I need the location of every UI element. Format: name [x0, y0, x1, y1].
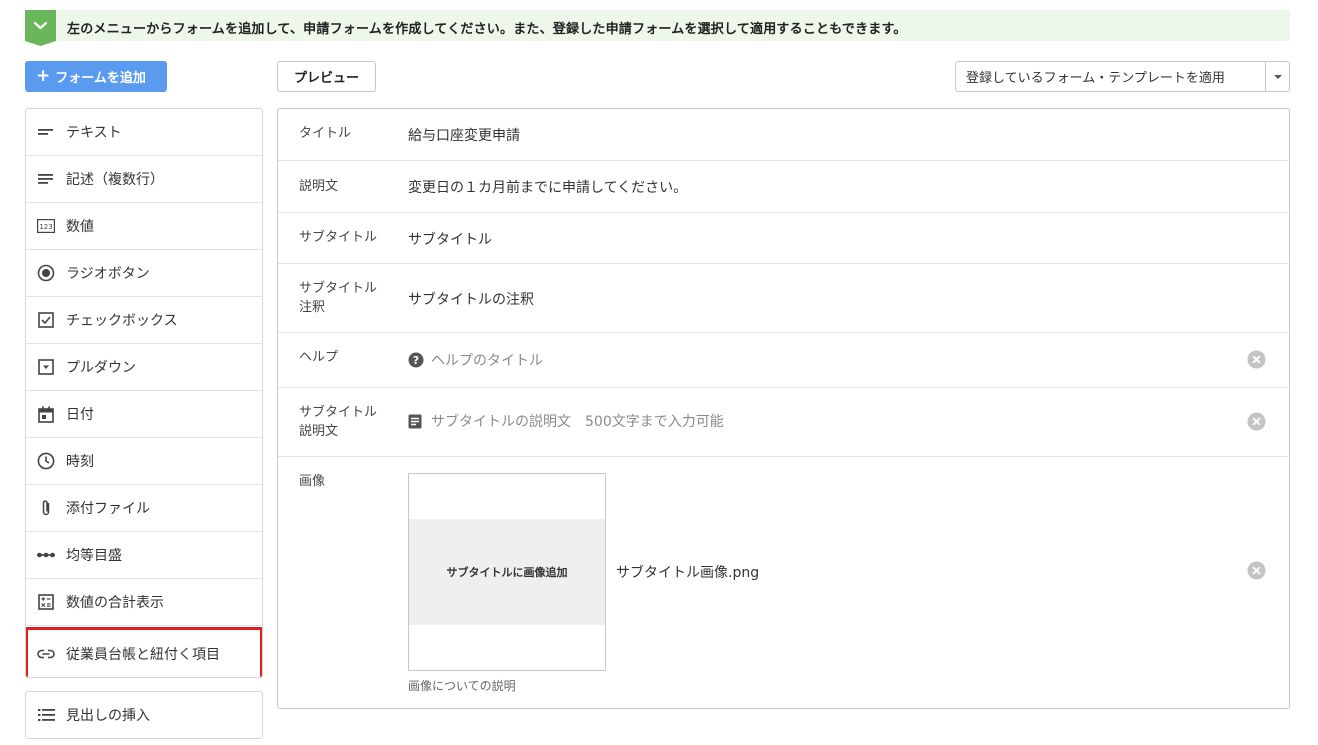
sidebar-item-label: 従業員台帳と紐付く項目 — [66, 646, 220, 663]
checkbox-icon — [36, 310, 56, 330]
help-title-input[interactable]: ? ヘルプのタイトル — [408, 350, 543, 370]
row-label: ヘルプ — [299, 350, 339, 365]
sidebar-item-label: ラジオボタン — [66, 266, 150, 282]
image-placeholder: サブタイトルに画像追加 — [409, 519, 605, 625]
sidebar-item-label: プルダウン — [66, 360, 136, 376]
subtitle-explanation-placeholder: サブタイトルの説明文 500文字まで入力可能 — [431, 414, 724, 430]
sidebar-item-label: 記述（複数行） — [66, 172, 164, 188]
form-row-subtitle-explanation[interactable]: サブタイトル 説明文 サブタイトルの説明文 500文字まで入力可能 — [278, 388, 1289, 457]
sidebar-item-date[interactable]: 日付 — [26, 391, 262, 438]
form-item-menu: テキスト 記述（複数行） 123 数値 ラジオボタン チェックボックス プルダウ… — [25, 108, 263, 678]
row-label-line1: サブタイトル — [299, 281, 378, 296]
clear-icon[interactable] — [1247, 561, 1266, 580]
multiline-text-icon — [36, 169, 56, 189]
row-label-line2: 注釈 — [299, 300, 326, 315]
calendar-icon — [36, 404, 56, 424]
form-row-subtitle[interactable]: サブタイトル サブタイトル — [278, 213, 1289, 264]
dropdown-icon — [36, 357, 56, 377]
sidebar-item-time[interactable]: 時刻 — [26, 438, 262, 485]
add-form-label: フォームを追加 — [55, 71, 146, 86]
image-filename: サブタイトル画像.png — [616, 565, 760, 581]
add-image-label: サブタイトルに画像追加 — [446, 566, 568, 579]
row-label: サブタイトル 説明文 — [299, 403, 377, 441]
sidebar-item-label: 均等目盛 — [66, 548, 122, 564]
sidebar-item-sum[interactable]: 数値の合計表示 — [26, 579, 262, 626]
row-label: サブタイトル — [299, 230, 378, 245]
info-banner: 左のメニューからフォームを追加して、申請フォームを作成してください。また、登録し… — [25, 10, 1290, 46]
document-icon — [408, 414, 422, 428]
sidebar-item-checkbox[interactable]: チェックボックス — [26, 297, 262, 344]
caret-down-icon[interactable] — [1265, 62, 1289, 91]
sidebar-item-scale[interactable]: 均等目盛 — [26, 532, 262, 579]
number-123-icon: 123 — [36, 216, 56, 236]
help-title-placeholder: ヘルプのタイトル — [431, 353, 543, 369]
clock-icon — [36, 451, 56, 471]
form-row-subtitle-note[interactable]: サブタイトル 注釈 サブタイトルの注釈 — [278, 264, 1289, 333]
sidebar-item-label: 日付 — [66, 407, 94, 423]
form-row-help[interactable]: ヘルプ ? ヘルプのタイトル — [278, 333, 1289, 388]
sidebar-item-label: 数値の合計表示 — [66, 595, 164, 611]
clear-icon[interactable] — [1247, 350, 1266, 369]
form-row-image: 画像 サブタイトルに画像追加 サブタイトル画像.png 画像についての説明 — [278, 457, 1289, 708]
form-row-description[interactable]: 説明文 変更日の１カ月前までに申請してください。 — [278, 161, 1289, 213]
list-icon — [36, 705, 56, 725]
paperclip-icon — [36, 498, 56, 518]
description-value[interactable]: 変更日の１カ月前までに申請してください。 — [408, 177, 687, 197]
add-form-button[interactable]: + フォームを追加 — [25, 61, 167, 92]
clear-icon[interactable] — [1247, 412, 1266, 431]
sidebar-item-label: テキスト — [66, 125, 122, 141]
sidebar-item-label: 添付ファイル — [66, 501, 150, 517]
banner-text: 左のメニューからフォームを追加して、申請フォームを作成してください。また、登録し… — [67, 22, 907, 37]
sidebar-item-label: 見出しの挿入 — [66, 708, 150, 724]
short-text-icon — [36, 122, 56, 142]
sidebar-item-multiline[interactable]: 記述（複数行） — [26, 156, 262, 203]
chevron-down-icon[interactable] — [25, 10, 56, 46]
sidebar-item-heading[interactable]: 見出しの挿入 — [25, 691, 263, 739]
subtitle-value[interactable]: サブタイトル — [408, 229, 492, 249]
title-value[interactable]: 給与口座変更申請 — [408, 125, 520, 145]
form-row-title[interactable]: タイトル 給与口座変更申請 — [278, 109, 1289, 161]
form-editor: タイトル 給与口座変更申請 説明文 変更日の１カ月前までに申請してください。 サ… — [277, 108, 1290, 709]
sidebar-item-employee-link[interactable]: 従業員台帳と紐付く項目 — [26, 627, 262, 677]
question-circle-icon: ? — [408, 352, 424, 368]
sidebar-item-number[interactable]: 123 数値 — [26, 203, 262, 250]
row-label: タイトル — [299, 126, 352, 141]
row-label: 説明文 — [299, 179, 339, 194]
apply-template-select[interactable]: 登録しているフォーム・テンプレートを適用 — [955, 61, 1290, 92]
sidebar-item-radio[interactable]: ラジオボタン — [26, 250, 262, 297]
svg-text:?: ? — [413, 354, 419, 367]
row-label-line1: サブタイトル — [299, 405, 378, 420]
plus-icon: + — [36, 66, 51, 86]
subtitle-note-value[interactable]: サブタイトルの注釈 — [408, 289, 534, 309]
scale-dots-icon — [36, 545, 56, 565]
row-label-line2: 説明文 — [299, 424, 339, 439]
row-label: 画像 — [299, 474, 326, 489]
sidebar-item-dropdown[interactable]: プルダウン — [26, 344, 262, 391]
sidebar-item-label: チェックボックス — [66, 313, 178, 329]
sidebar-item-label: 時刻 — [66, 454, 94, 470]
image-caption[interactable]: 画像についての説明 — [408, 677, 516, 694]
sidebar-item-text[interactable]: テキスト — [26, 109, 262, 156]
preview-button[interactable]: プレビュー — [277, 61, 376, 92]
calculator-icon — [36, 592, 56, 612]
radio-button-icon — [36, 263, 56, 283]
svg-text:123: 123 — [39, 223, 52, 231]
subtitle-explanation-input[interactable]: サブタイトルの説明文 500文字まで入力可能 — [408, 411, 724, 431]
sidebar-item-label: 数値 — [66, 219, 94, 235]
sidebar-item-attachment[interactable]: 添付ファイル — [26, 485, 262, 532]
row-label: サブタイトル 注釈 — [299, 279, 377, 317]
image-upload-box[interactable]: サブタイトルに画像追加 — [408, 473, 606, 671]
apply-template-label: 登録しているフォーム・テンプレートを適用 — [966, 71, 1225, 86]
link-icon — [36, 644, 56, 664]
